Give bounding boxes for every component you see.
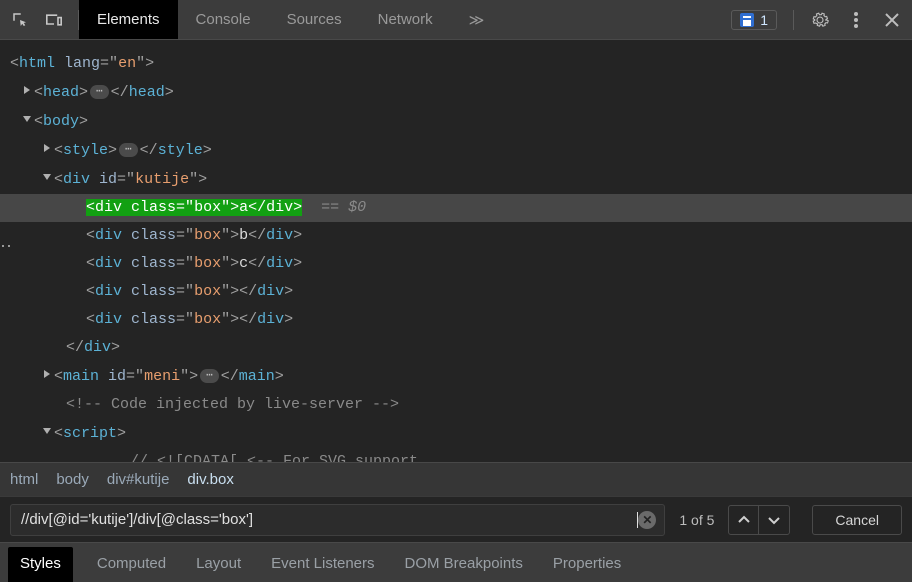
collapse-icon[interactable] [42,165,54,193]
kebab-icon[interactable] [846,10,866,30]
crumb-div-kutije[interactable]: div#kutije [107,471,170,488]
search-input-wrap: ✕ [10,504,665,536]
collapse-icon[interactable] [22,107,34,135]
dom-node-script[interactable]: <script> [10,419,912,448]
search-nav [728,505,790,535]
search-match-count: 1 of 5 [673,512,720,528]
tab-styles[interactable]: Styles [8,547,73,582]
dom-node-box[interactable]: <div class="box">b</div> [10,222,912,250]
tab-elements[interactable]: Elements [79,0,178,39]
dom-node-div-close[interactable]: </div> [10,334,912,362]
collapse-icon[interactable] [42,419,54,447]
tab-console[interactable]: Console [178,0,269,39]
dom-text-cdata[interactable]: // <![CDATA[ <-- For SVG support [10,448,912,462]
dom-node-html[interactable]: <html lang="en"> [10,50,912,78]
search-bar: ✕ 1 of 5 Cancel [0,496,912,542]
elements-panel: ⋯ <html lang="en"> <head>⋯</head> <body>… [0,40,912,462]
dom-node-comment[interactable]: <!-- Code injected by live-server --> [10,391,912,419]
dom-tree[interactable]: <html lang="en"> <head>⋯</head> <body> <… [0,40,912,462]
clear-search-icon[interactable]: ✕ [638,511,656,529]
gear-icon[interactable] [810,10,830,30]
devtools-toolbar: Elements Console Sources Network ≫ 1 [0,0,912,40]
tab-event-listeners[interactable]: Event Listeners [265,547,380,582]
dom-node-main[interactable]: <main id="meni">⋯</main> [10,362,912,391]
issue-count: 1 [760,12,768,28]
search-next-icon[interactable] [759,506,789,534]
dom-node-box[interactable]: <div class="box"></div> [10,278,912,306]
issues-indicator[interactable]: 1 [731,10,777,30]
dom-node-box[interactable]: <div class="box"></div> [10,306,912,334]
dom-node-style[interactable]: <style>⋯</style> [10,136,912,165]
divider [793,10,794,30]
breadcrumb: html body div#kutije div.box [0,462,912,496]
tab-network[interactable]: Network [360,0,451,39]
tab-properties[interactable]: Properties [547,547,627,582]
tab-more[interactable]: ≫ [451,0,503,39]
dom-node-selected[interactable]: <div class="box">a</div> == $0 [0,194,912,222]
cancel-button[interactable]: Cancel [812,505,902,535]
ellipsis-icon[interactable]: ⋯ [200,369,219,383]
ellipsis-icon[interactable]: ⋯ [90,85,109,99]
panel-tabs: Elements Console Sources Network ≫ [79,0,502,39]
search-prev-icon[interactable] [729,506,759,534]
dom-node-body[interactable]: <body> [10,107,912,136]
dom-node-div-kutije[interactable]: <div id="kutije"> [10,165,912,194]
expand-icon[interactable] [42,136,54,164]
device-toggle-icon[interactable] [44,10,64,30]
styles-tabs: Styles Computed Layout Event Listeners D… [0,542,912,582]
inspect-icon[interactable] [10,10,30,30]
issue-icon [740,13,754,27]
expand-icon[interactable] [42,362,54,390]
crumb-body[interactable]: body [56,471,89,488]
crumb-div-box[interactable]: div.box [187,471,233,488]
eq-zero-label: == $0 [321,199,366,216]
expand-icon[interactable] [22,78,34,106]
dom-node-box[interactable]: <div class="box">c</div> [10,250,912,278]
tab-sources[interactable]: Sources [269,0,360,39]
ellipsis-icon[interactable]: ⋯ [119,143,138,157]
search-input[interactable] [19,510,634,529]
close-icon[interactable] [882,10,902,30]
tab-dom-breakpoints[interactable]: DOM Breakpoints [399,547,529,582]
tab-computed[interactable]: Computed [91,547,172,582]
dom-node-head[interactable]: <head>⋯</head> [10,78,912,107]
crumb-html[interactable]: html [10,471,38,488]
tab-layout[interactable]: Layout [190,547,247,582]
